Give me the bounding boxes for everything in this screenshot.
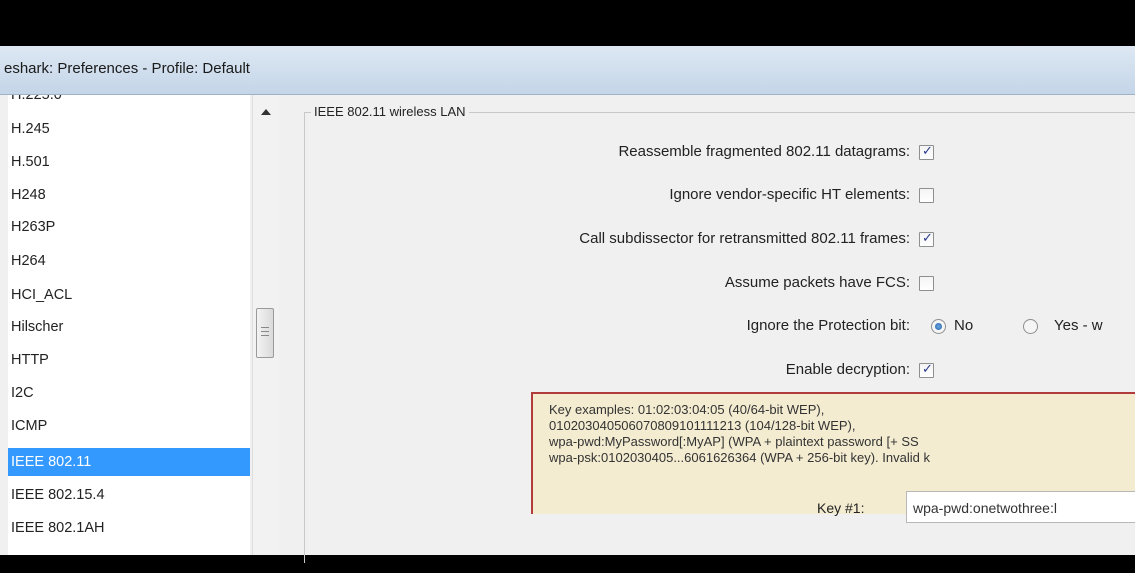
grip-line xyxy=(261,335,269,336)
protection-no-label: No xyxy=(954,317,974,334)
list-item[interactable]: H.225.0 xyxy=(8,95,250,109)
key-example-line: Key examples: 01:02:03:04:05 (40/64-bit … xyxy=(549,402,825,417)
preferences-panel: IEEE 802.11 wireless LAN Reassemble frag… xyxy=(292,102,1135,563)
list-item[interactable]: H264 xyxy=(8,247,250,275)
assume-fcs-checkbox[interactable] xyxy=(919,276,934,291)
ignore-vendor-checkbox[interactable] xyxy=(919,188,934,203)
list-item[interactable]: HCI_ACL xyxy=(8,281,250,309)
protocol-list[interactable]: H.225.0 H.245 H.501 H248 H263P H264 HCI_… xyxy=(8,95,250,555)
call-subdissector-checkbox[interactable]: ✓ xyxy=(919,230,934,247)
list-item[interactable]: IEEE 802.15.4 xyxy=(8,481,250,509)
protection-yes-label: Yes - w xyxy=(1054,317,1103,334)
list-item[interactable]: H248 xyxy=(8,181,250,209)
key1-input[interactable]: wpa-pwd:onetwothree:l xyxy=(906,491,1135,523)
protection-no-radio[interactable] xyxy=(931,319,946,334)
list-item[interactable]: H263P xyxy=(8,213,250,241)
enable-decryption-checkbox[interactable]: ✓ xyxy=(919,361,934,378)
list-item[interactable]: ICMP xyxy=(8,412,250,440)
top-black-bar xyxy=(0,0,1135,46)
list-scrollbar[interactable] xyxy=(252,95,279,555)
call-subdissector-label: Call subdissector for retransmitted 802.… xyxy=(579,230,910,247)
scroll-thumb[interactable] xyxy=(256,308,274,358)
reassemble-checkbox[interactable]: ✓ xyxy=(919,143,934,160)
list-item[interactable]: H.245 xyxy=(8,115,250,143)
key-example-line: wpa-pwd:MyPassword[:MyAP] (WPA + plainte… xyxy=(549,434,919,449)
key1-label: Key #1: xyxy=(817,500,865,516)
grip-line xyxy=(261,327,269,328)
title-bar[interactable]: eshark: Preferences - Profile: Default xyxy=(0,46,1135,95)
ignore-protection-label: Ignore the Protection bit: xyxy=(746,317,910,334)
protection-yes-radio[interactable] xyxy=(1023,319,1038,334)
reassemble-label: Reassemble fragmented 802.11 datagrams: xyxy=(618,143,910,160)
grip-line xyxy=(261,331,269,332)
list-item[interactable]: IEEE 802.1AH xyxy=(8,514,250,542)
ignore-vendor-label: Ignore vendor-specific HT elements: xyxy=(669,186,910,203)
preferences-window: eshark: Preferences - Profile: Default H… xyxy=(0,46,1135,563)
list-item[interactable]: H.501 xyxy=(8,148,250,176)
scroll-up-arrow-icon[interactable] xyxy=(261,109,271,115)
list-item[interactable]: I2C xyxy=(8,379,250,407)
assume-fcs-label: Assume packets have FCS: xyxy=(724,274,910,291)
window-client: H.225.0 H.245 H.501 H248 H263P H264 HCI_… xyxy=(0,95,1135,563)
enable-decryption-label: Enable decryption: xyxy=(785,361,910,378)
list-item[interactable]: HTTP xyxy=(8,346,250,374)
check-mark-icon: ✓ xyxy=(922,361,933,376)
check-mark-icon: ✓ xyxy=(922,143,933,158)
decryption-keys-box: Key examples: 01:02:03:04:05 (40/64-bit … xyxy=(531,392,1135,523)
key-example-line: wpa-psk:0102030405...6061626364 (WPA + 2… xyxy=(549,450,930,465)
list-item[interactable]: Hilscher xyxy=(8,313,250,341)
key-example-line: 010203040506070809101111213 (104/128-bit… xyxy=(549,418,856,433)
window-title: eshark: Preferences - Profile: Default xyxy=(4,60,250,77)
list-item-selected[interactable]: IEEE 802.11 xyxy=(8,448,250,476)
wlan-group-box: IEEE 802.11 wireless LAN Reassemble frag… xyxy=(304,104,1135,563)
check-mark-icon: ✓ xyxy=(922,230,933,245)
